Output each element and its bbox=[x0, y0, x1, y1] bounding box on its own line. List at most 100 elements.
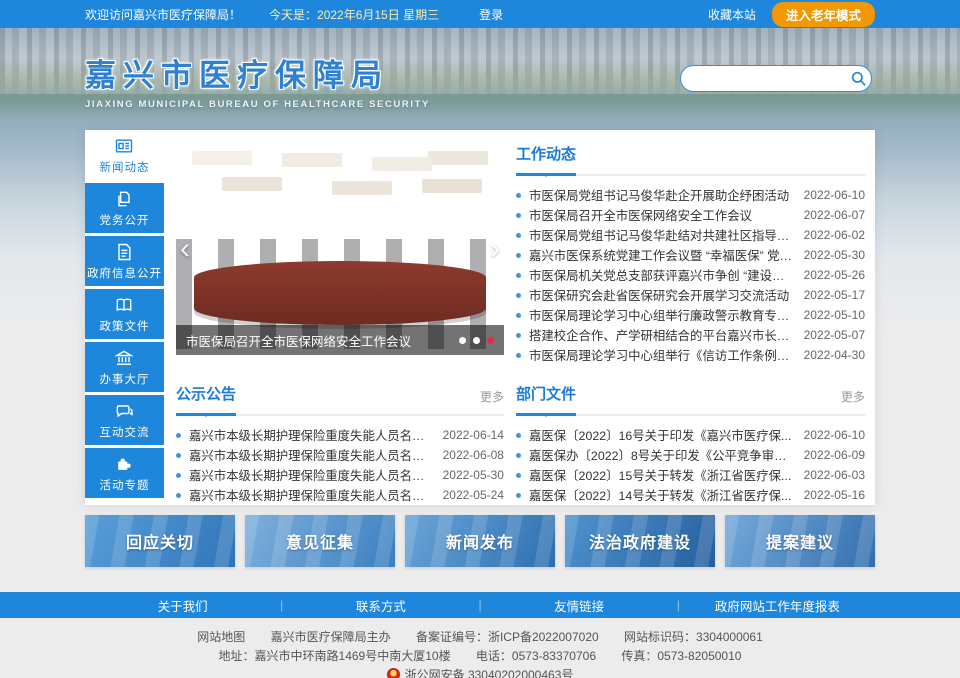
sidebar-item-gov-info[interactable]: 政府信息公开 bbox=[85, 236, 164, 286]
bullet-icon bbox=[516, 233, 521, 238]
favorite-site-link[interactable]: 收藏本站 bbox=[708, 6, 756, 23]
dept-files-list: 嘉医保〔2022〕16号关于印发《嘉兴市医疗保... 2022-06-10 嘉医… bbox=[516, 425, 865, 505]
news-item-title: 市医保局理论学习中心组举行廉政警示教育专题学习... bbox=[529, 306, 794, 324]
bullet-icon bbox=[516, 253, 521, 258]
search-input[interactable] bbox=[695, 72, 850, 86]
bullet-icon bbox=[516, 273, 521, 278]
news-item-title: 嘉兴市本级长期护理保险重度失能人员名单公示（2... bbox=[189, 466, 433, 484]
bullet-icon bbox=[516, 313, 521, 318]
news-list-item[interactable]: 嘉医保〔2022〕14号关于转发《浙江省医疗保... 2022-05-16 bbox=[516, 485, 865, 505]
bullet-icon bbox=[516, 453, 521, 458]
sidebar-item-service-hall[interactable]: 办事大厅 bbox=[85, 342, 164, 392]
announcements-more-link[interactable]: 更多 bbox=[480, 388, 504, 414]
carousel-caption-bar: 市医保局召开全市医保网络安全工作会议 bbox=[176, 325, 504, 355]
sidebar-item-label: 党务公开 bbox=[99, 212, 149, 228]
chat-icon bbox=[114, 401, 134, 421]
fax-text: 传真：0573-82050010 bbox=[621, 649, 741, 663]
search-box[interactable] bbox=[680, 65, 872, 92]
documents-icon bbox=[114, 189, 134, 209]
news-list-item[interactable]: 市医保局召开全市医保网络安全工作会议 2022-06-07 bbox=[516, 205, 865, 225]
login-link[interactable]: 登录 bbox=[479, 6, 503, 23]
main-column: ‹ › 市医保局召开全市医保网络安全工作会议 工作动态 bbox=[164, 130, 875, 505]
sidebar-item-policy-files[interactable]: 政策文件 bbox=[85, 289, 164, 339]
news-item-date: 2022-06-07 bbox=[804, 208, 865, 222]
bullet-icon bbox=[516, 193, 521, 198]
icp-number-text: 备案证编号：浙ICP备2022007020 bbox=[416, 630, 599, 644]
news-item-title: 市医保局党组书记马俊华赴企开展助企纾困活动 bbox=[529, 186, 794, 204]
bullet-icon bbox=[516, 473, 521, 478]
news-carousel[interactable]: ‹ › 市医保局召开全市医保网络安全工作会议 bbox=[176, 143, 504, 355]
quick-link-news-release[interactable]: 新闻发布 bbox=[405, 515, 555, 567]
quick-links-row: 回应关切 意见征集 新闻发布 法治政府建设 提案建议 bbox=[85, 515, 875, 567]
sidebar-item-label: 政府信息公开 bbox=[87, 265, 162, 281]
news-list-item[interactable]: 市医保局理论学习中心组举行廉政警示教育专题学习... 2022-05-10 bbox=[516, 305, 865, 325]
dept-files-more-link[interactable]: 更多 bbox=[841, 388, 865, 414]
quick-link-opinion-collection[interactable]: 意见征集 bbox=[245, 515, 395, 567]
phone-text: 电话：0573-83370706 bbox=[476, 649, 596, 663]
announcements-title[interactable]: 公示公告 bbox=[176, 383, 236, 416]
news-item-title: 市医保局党组书记马俊华赴结对共建社区指导全国文... bbox=[529, 226, 794, 244]
news-item-date: 2022-06-14 bbox=[443, 428, 504, 442]
quick-link-proposals[interactable]: 提案建议 bbox=[725, 515, 875, 567]
carousel-next-arrow[interactable]: › bbox=[490, 234, 500, 264]
footer-nav-annual-report[interactable]: 政府网站工作年度报表 bbox=[680, 596, 875, 615]
carousel-prev-arrow[interactable]: ‹ bbox=[180, 234, 190, 264]
sidebar-item-news[interactable]: 新闻动态 bbox=[85, 130, 164, 180]
news-item-title: 嘉医保〔2022〕15号关于转发《浙江省医疗保... bbox=[529, 466, 794, 484]
sidebar-item-interaction[interactable]: 互动交流 bbox=[85, 395, 164, 445]
section-announcements: 公示公告 更多 嘉兴市本级长期护理保险重度失能人员名单公示（2... 2022-… bbox=[176, 383, 504, 505]
news-list-item[interactable]: 市医保局理论学习中心组举行《信访工作条例》专题... 2022-04-30 bbox=[516, 345, 865, 365]
carousel-photo bbox=[192, 151, 252, 165]
news-item-date: 2022-06-10 bbox=[804, 188, 865, 202]
search-icon bbox=[850, 70, 867, 87]
news-list-item[interactable]: 嘉医保〔2022〕15号关于转发《浙江省医疗保... 2022-06-03 bbox=[516, 465, 865, 485]
carousel-caption[interactable]: 市医保局召开全市医保网络安全工作会议 bbox=[186, 331, 459, 350]
news-list-item[interactable]: 市医保局机关党总支部获评嘉兴市争创 “建设清廉机... 2022-05-26 bbox=[516, 265, 865, 285]
news-item-date: 2022-05-26 bbox=[804, 268, 865, 282]
bullet-icon bbox=[176, 433, 181, 438]
quick-link-respond-concerns[interactable]: 回应关切 bbox=[85, 515, 235, 567]
footer-info: 网站地图 嘉兴市医疗保障局主办 备案证编号：浙ICP备2022007020 网站… bbox=[0, 618, 960, 678]
news-list-item[interactable]: 嘉医保办〔2022〕8号关于印发《公平竞争审查... 2022-06-09 bbox=[516, 445, 865, 465]
search-button[interactable] bbox=[850, 70, 867, 87]
bullet-icon bbox=[176, 453, 181, 458]
footer-nav-links[interactable]: 友情链接 bbox=[482, 596, 677, 615]
news-list-item[interactable]: 市医保局党组书记马俊华赴企开展助企纾困活动 2022-06-10 bbox=[516, 185, 865, 205]
news-list-item[interactable]: 嘉兴市本级长期护理保险重度失能人员名单公示（2... 2022-06-14 bbox=[176, 425, 504, 445]
dept-files-title[interactable]: 部门文件 bbox=[516, 383, 576, 416]
footer-nav-contact[interactable]: 联系方式 bbox=[283, 596, 478, 615]
news-list-item[interactable]: 嘉兴市本级长期护理保险重度失能人员名单公示（2... 2022-05-30 bbox=[176, 465, 504, 485]
news-item-date: 2022-06-02 bbox=[804, 228, 865, 242]
sidebar-item-special-topics[interactable]: 活动专题 bbox=[85, 448, 164, 498]
bullet-icon bbox=[176, 473, 181, 478]
carousel-dot-active[interactable] bbox=[487, 337, 494, 344]
main-content-card: 新闻动态 党务公开 政府信息公开 政策文件 办事大厅 互动交流 bbox=[85, 130, 875, 505]
news-list-item[interactable]: 嘉兴市本级长期护理保险重度失能人员名单公示（2... 2022-05-24 bbox=[176, 485, 504, 505]
news-list-item[interactable]: 嘉兴市医保系统党建工作会议暨 “幸福医保” 党建联... 2022-05-30 bbox=[516, 245, 865, 265]
bank-icon bbox=[114, 348, 134, 368]
footer-nav-about[interactable]: 关于我们 bbox=[85, 596, 280, 615]
elder-mode-button[interactable]: 进入老年模式 bbox=[772, 2, 875, 27]
news-item-date: 2022-05-16 bbox=[804, 488, 865, 502]
sidebar-item-party-affairs[interactable]: 党务公开 bbox=[85, 183, 164, 233]
news-item-date: 2022-06-09 bbox=[804, 448, 865, 462]
news-list-item[interactable]: 市医保研究会赴省医保研究会开展学习交流活动 2022-05-17 bbox=[516, 285, 865, 305]
sidebar-item-label: 互动交流 bbox=[99, 424, 149, 440]
sidebar-item-label: 活动专题 bbox=[99, 477, 149, 493]
news-item-title: 嘉兴市本级长期护理保险重度失能人员名单公示（2... bbox=[189, 446, 433, 464]
news-list-item[interactable]: 嘉医保〔2022〕16号关于印发《嘉兴市医疗保... 2022-06-10 bbox=[516, 425, 865, 445]
news-list-item[interactable]: 嘉兴市本级长期护理保险重度失能人员名单公示（2... 2022-06-08 bbox=[176, 445, 504, 465]
quick-link-rule-of-law[interactable]: 法治政府建设 bbox=[565, 515, 715, 567]
work-news-title[interactable]: 工作动态 bbox=[516, 143, 576, 176]
book-icon bbox=[114, 295, 134, 315]
news-item-title: 搭建校企合作、产学研相结合的平台嘉兴市长期护理... bbox=[529, 326, 794, 344]
news-list-item[interactable]: 搭建校企合作、产学研相结合的平台嘉兴市长期护理... 2022-05-07 bbox=[516, 325, 865, 345]
address-text: 地址：嘉兴市中环南路1469号中南大厦10楼 bbox=[219, 649, 451, 663]
sidebar-item-label: 办事大厅 bbox=[99, 371, 149, 387]
carousel-dot[interactable] bbox=[473, 337, 480, 344]
public-security-record-link[interactable]: 浙公网安备 33040202000463号 bbox=[405, 668, 574, 678]
sitemap-link[interactable]: 网站地图 bbox=[197, 630, 245, 644]
site-subtitle: JIAXING MUNICIPAL BUREAU OF HEALTHCARE S… bbox=[85, 99, 430, 110]
carousel-dot[interactable] bbox=[459, 337, 466, 344]
news-list-item[interactable]: 市医保局党组书记马俊华赴结对共建社区指导全国文... 2022-06-02 bbox=[516, 225, 865, 245]
